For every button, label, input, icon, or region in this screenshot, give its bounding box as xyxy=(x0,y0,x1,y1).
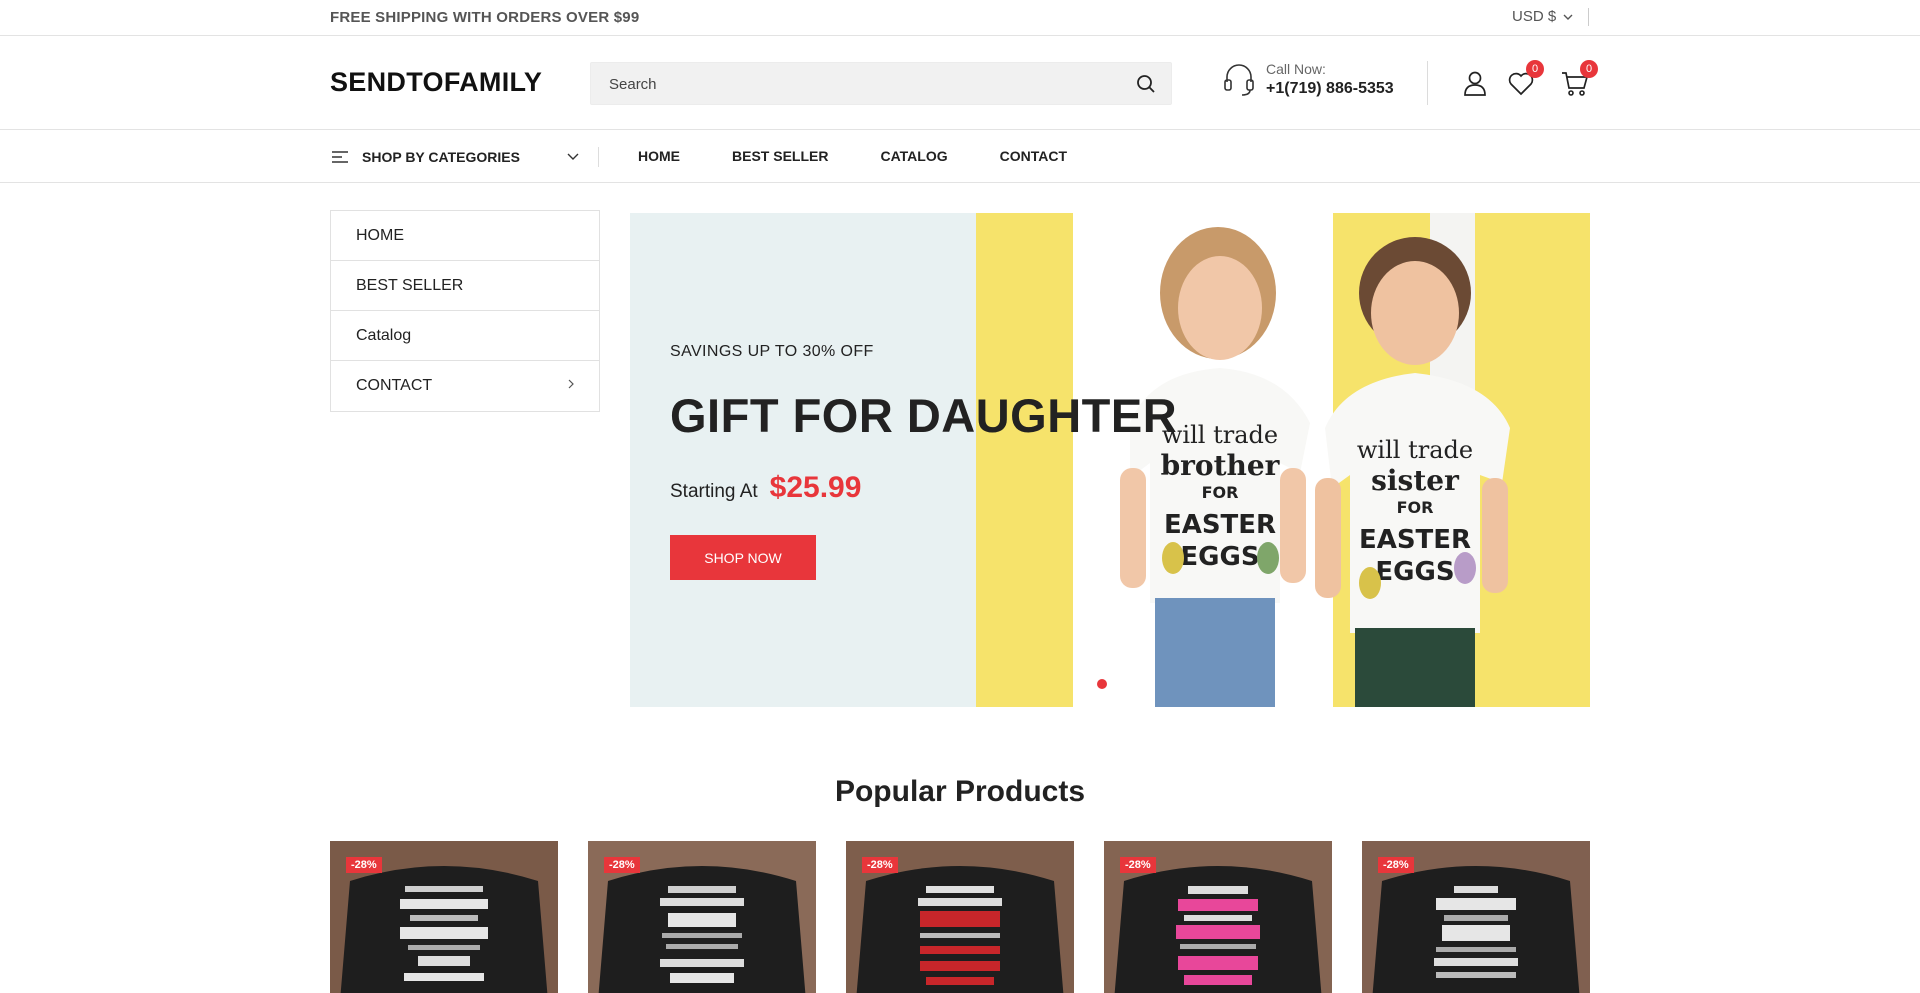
wishlist-button[interactable]: 0 xyxy=(1506,60,1544,98)
svg-text:FOR: FOR xyxy=(1397,498,1434,517)
sidebar-item-label: CONTACT xyxy=(356,377,433,394)
discount-badge: -28% xyxy=(862,857,898,873)
sidebar-item-label: BEST SELLER xyxy=(356,276,464,294)
hero-slider: will trade brother FOR EASTER EGGS will … xyxy=(630,213,1590,707)
svg-text:sister: sister xyxy=(1371,464,1460,497)
phone-number[interactable]: +1(719) 886-5353 xyxy=(1266,80,1394,98)
user-icon xyxy=(1464,71,1486,96)
svg-text:FOR: FOR xyxy=(1202,483,1239,502)
svg-text:EGGS: EGGS xyxy=(1180,542,1259,572)
shipping-promo: FREE SHIPPING WITH ORDERS OVER $99 xyxy=(330,9,640,26)
product-card[interactable]: -28% xyxy=(846,841,1074,993)
discount-badge: -28% xyxy=(604,857,640,873)
sidebar-item-label: Catalog xyxy=(356,326,412,344)
discount-badge: -28% xyxy=(1378,857,1414,873)
svg-text:brother: brother xyxy=(1161,449,1281,482)
product-card[interactable]: -28% xyxy=(1104,841,1332,993)
slider-dot-1[interactable] xyxy=(1097,679,1107,689)
hero-title: GIFT FOR DAUGHTER xyxy=(670,389,1178,442)
site-logo[interactable]: SENDTOFAMILY xyxy=(330,67,542,98)
section-title: Popular Products xyxy=(834,775,1086,808)
wishlist-count-badge: 0 xyxy=(1526,60,1544,78)
currency-label: USD $ xyxy=(1512,8,1557,25)
nav-link-contact[interactable]: CONTACT xyxy=(1000,148,1067,164)
main-nav: SHOP BY CATEGORIES HOME BEST SELLER CATA… xyxy=(0,131,1920,183)
product-card[interactable]: -28% xyxy=(330,841,558,993)
headset-icon xyxy=(1224,63,1254,96)
chevron-down-icon xyxy=(1563,14,1573,20)
discount-badge: -28% xyxy=(1120,857,1156,873)
chevron-right-icon xyxy=(568,379,574,389)
chevron-down-icon xyxy=(567,153,579,160)
svg-text:EASTER: EASTER xyxy=(1359,525,1471,555)
sidebar-item-home[interactable]: HOME xyxy=(331,211,599,261)
menu-icon xyxy=(332,151,348,163)
cart-count-badge: 0 xyxy=(1580,60,1598,78)
svg-text:EASTER: EASTER xyxy=(1164,510,1276,540)
divider xyxy=(1427,61,1428,105)
starting-at-label: Starting At xyxy=(670,481,758,502)
sidebar-item-contact[interactable]: CONTACT xyxy=(331,361,599,411)
hero-price: $25.99 xyxy=(769,471,862,504)
slider-dot-2[interactable] xyxy=(1113,679,1123,689)
nav-link-catalog[interactable]: CATALOG xyxy=(880,148,947,164)
sidebar-item-best-seller[interactable]: BEST SELLER xyxy=(331,261,599,311)
category-sidebar: HOME BEST SELLER Catalog CONTACT xyxy=(330,210,600,412)
search-input[interactable] xyxy=(609,74,1109,94)
svg-text:EGGS: EGGS xyxy=(1375,557,1454,587)
header: SENDTOFAMILY Call Now: +1(719) 886-5353 … xyxy=(0,37,1920,130)
divider xyxy=(598,147,599,167)
shop-by-categories-button[interactable]: SHOP BY CATEGORIES xyxy=(330,131,580,183)
top-bar: FREE SHIPPING WITH ORDERS OVER $99 USD $ xyxy=(0,0,1920,36)
divider xyxy=(1588,8,1589,26)
shop-now-button[interactable]: SHOP NOW xyxy=(670,535,816,580)
hero-savings: SAVINGS UP TO 30% OFF xyxy=(670,343,874,360)
cart-button[interactable]: 0 xyxy=(1560,60,1598,98)
hero-image: will trade brother FOR EASTER EGGS will … xyxy=(1120,227,1510,707)
nav-links: HOME BEST SELLER CATALOG CONTACT xyxy=(638,148,1067,164)
call-now: Call Now: +1(719) 886-5353 xyxy=(1222,61,1394,98)
currency-selector[interactable]: USD $ xyxy=(1512,8,1574,25)
hero-price-line: Starting At $25.99 xyxy=(670,471,861,505)
search-bar xyxy=(590,62,1172,105)
product-card[interactable]: -28% xyxy=(1362,841,1590,993)
sidebar-item-label: HOME xyxy=(356,226,404,244)
nav-link-best-seller[interactable]: BEST SELLER xyxy=(732,148,828,164)
slider-dots xyxy=(1097,679,1123,689)
call-label: Call Now: xyxy=(1266,61,1326,77)
sidebar-item-catalog[interactable]: Catalog xyxy=(331,311,599,361)
account-button[interactable] xyxy=(1460,68,1490,98)
svg-text:will trade: will trade xyxy=(1357,436,1473,464)
svg-text:will trade: will trade xyxy=(1162,421,1278,449)
discount-badge: -28% xyxy=(346,857,382,873)
nav-link-home[interactable]: HOME xyxy=(638,148,680,164)
product-card[interactable]: -28% xyxy=(588,841,816,993)
categories-label: SHOP BY CATEGORIES xyxy=(362,149,520,165)
product-grid: -28% -28% -28% -28% -28% xyxy=(330,841,1590,993)
search-icon[interactable] xyxy=(1135,73,1157,95)
